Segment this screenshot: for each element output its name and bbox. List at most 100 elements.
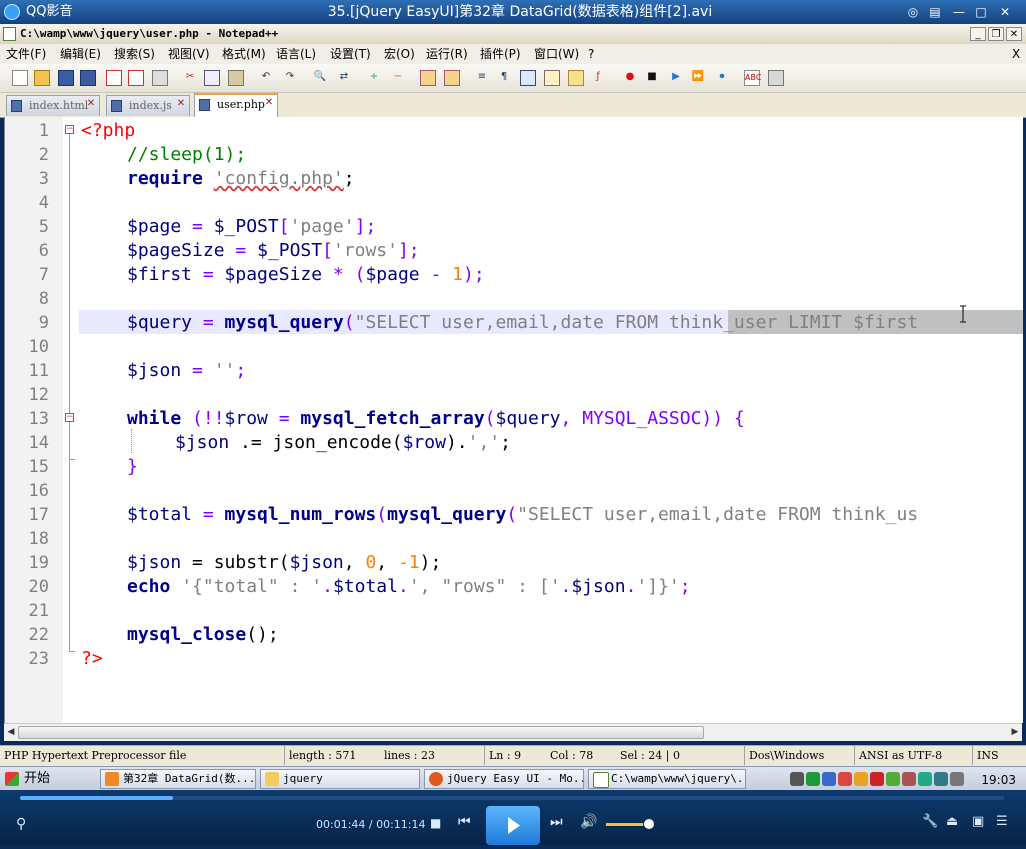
menu-close-doc[interactable]: X [1012,44,1020,64]
fold-minus-icon[interactable]: − [65,413,74,422]
notepad-restore-button[interactable]: ❐ [988,27,1004,41]
abc-label-icon[interactable] [768,70,784,86]
play-button[interactable] [486,806,540,845]
indent-guide-icon[interactable] [520,70,536,86]
number: 1 [452,264,463,285]
fold-minus-icon[interactable]: − [65,125,74,134]
find-icon[interactable]: 🔍 [312,70,328,86]
tab-close-icon[interactable]: ✕ [85,98,97,110]
scrollbar-thumb[interactable] [18,726,704,739]
menu-format[interactable]: 格式(M) [222,44,266,64]
stop-icon[interactable]: ■ [644,70,660,86]
fullscreen-icon[interactable]: ▣ [972,814,984,829]
scroll-right-icon[interactable]: ▶ [1009,726,1021,739]
menu-file[interactable]: 文件(F) [6,44,46,64]
udl-icon[interactable] [544,70,560,86]
cut-icon[interactable]: ✂ [182,70,198,86]
open-icon[interactable] [34,70,50,86]
tray-app-icon[interactable] [822,772,836,786]
mini-mode-icon[interactable]: ◎ [904,3,922,21]
wrap-icon[interactable]: ≡ [474,70,490,86]
volume-icon[interactable] [950,772,964,786]
sync-h-icon[interactable] [444,70,460,86]
replace-icon[interactable]: ⇄ [336,70,352,86]
tab-index-js[interactable]: index.js ✕ [106,95,190,116]
eject-icon[interactable]: ⏏ [946,814,958,829]
tray-app-icon[interactable] [806,772,820,786]
volume-icon[interactable]: 🔊 [580,814,597,830]
play-icon[interactable]: ▶ [668,70,684,86]
tray-app-icon[interactable] [854,772,868,786]
tab-close-icon[interactable]: ✕ [263,97,275,109]
function-list-icon[interactable]: ƒ [590,70,606,86]
scroll-left-icon[interactable]: ◀ [5,726,17,739]
menu-plugins[interactable]: 插件(P) [480,44,521,64]
start-button[interactable]: 开始 [2,769,54,789]
redo-icon[interactable]: ↷ [282,70,298,86]
menu-help[interactable]: ? [588,44,594,64]
menu-settings[interactable]: 设置(T) [330,44,371,64]
save-all-icon[interactable] [80,70,96,86]
print-icon[interactable] [152,70,168,86]
tray-app-icon[interactable] [902,772,916,786]
menu-edit[interactable]: 编辑(E) [60,44,101,64]
volume-knob[interactable] [644,819,654,829]
line-number: 18 [28,529,49,549]
horizontal-scrollbar[interactable]: ◀ ▶ [4,723,1022,741]
close-all-icon[interactable] [128,70,144,86]
menu-macro[interactable]: 宏(O) [384,44,415,64]
undo-icon[interactable]: ↶ [258,70,274,86]
taskbar-item-label: jquery [283,772,323,785]
tray-app-icon[interactable] [790,772,804,786]
zoom-in-icon[interactable]: + [366,70,382,86]
tray-app-icon[interactable] [886,772,900,786]
taskbar-item-player[interactable]: 第32章 DataGrid(数... [100,769,256,789]
play-icon [508,817,520,834]
playlist-icon[interactable]: ☰ [996,814,1008,829]
tray-app-icon[interactable] [918,772,932,786]
menu-language[interactable]: 语言(L) [276,44,316,64]
next-button[interactable]: ⏭ [550,814,563,830]
new-icon[interactable] [12,70,28,86]
sync-v-icon[interactable] [420,70,436,86]
menu-window[interactable]: 窗口(W) [534,44,579,64]
tools-icon[interactable]: 🔧 [922,814,938,829]
taskbar-item-folder[interactable]: jquery [260,769,420,789]
zoom-out-icon[interactable]: − [390,70,406,86]
tray-app-icon[interactable] [934,772,948,786]
record-icon[interactable]: ● [622,70,638,86]
copy-icon[interactable] [204,70,220,86]
menu-icon[interactable]: ▤ [926,3,944,21]
tray-app-icon[interactable] [870,772,884,786]
previous-button[interactable]: ⏮ [458,814,471,830]
minimize-button[interactable]: — [950,3,968,21]
doc-map-icon[interactable] [568,70,584,86]
equalizer-icon[interactable]: ⚲ [16,816,26,832]
spellcheck-icon[interactable]: ABC [744,70,761,86]
play-multi-icon[interactable]: ⏩ [690,70,706,86]
menu-run[interactable]: 运行(R) [426,44,468,64]
number: 0 [365,552,377,573]
save-icon[interactable] [58,70,74,86]
tray-app-icon[interactable] [838,772,852,786]
taskbar-item-notepad[interactable]: C:\wamp\www\jquery\... [588,769,746,789]
maximize-button[interactable]: □ [972,3,990,21]
notepad-minimize-button[interactable]: _ [970,27,986,41]
code-editor[interactable]: − − 1 2 3 4 5 6 7 8 9 10 11 12 13 14 15 … [4,117,1023,723]
tab-index-html[interactable]: index.html ✕ [6,95,100,116]
string: 'rows' [332,240,398,261]
paste-icon[interactable] [228,70,244,86]
save-macro-icon[interactable]: ⏺ [714,70,730,86]
tab-user-php[interactable]: user.php ✕ [194,93,278,117]
taskbar-item-label: 第32章 DataGrid(数... [123,772,256,785]
taskbar-item-firefox[interactable]: jQuery Easy UI - Mo... [424,769,584,789]
menu-search[interactable]: 搜索(S) [114,44,155,64]
tab-close-icon[interactable]: ✕ [175,98,187,110]
all-chars-icon[interactable]: ¶ [496,70,512,86]
stop-button[interactable]: ■ [430,816,441,830]
notepad-close-button[interactable]: ✕ [1006,27,1022,41]
code-line-17: $total = mysql_num_rows(mysql_query("SEL… [127,503,918,527]
close-icon[interactable] [106,70,122,86]
close-button[interactable]: ✕ [996,3,1014,21]
menu-view[interactable]: 视图(V) [168,44,210,64]
